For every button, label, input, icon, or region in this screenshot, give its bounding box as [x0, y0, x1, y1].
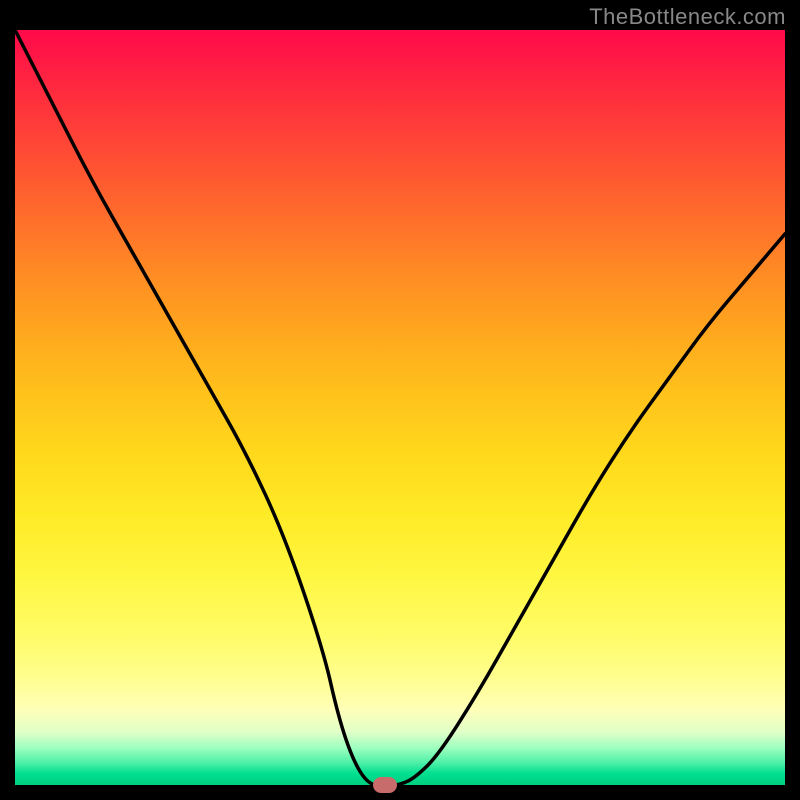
watermark-text: TheBottleneck.com: [589, 4, 786, 30]
chart-curve: [15, 30, 785, 785]
optimal-marker: [373, 777, 397, 793]
